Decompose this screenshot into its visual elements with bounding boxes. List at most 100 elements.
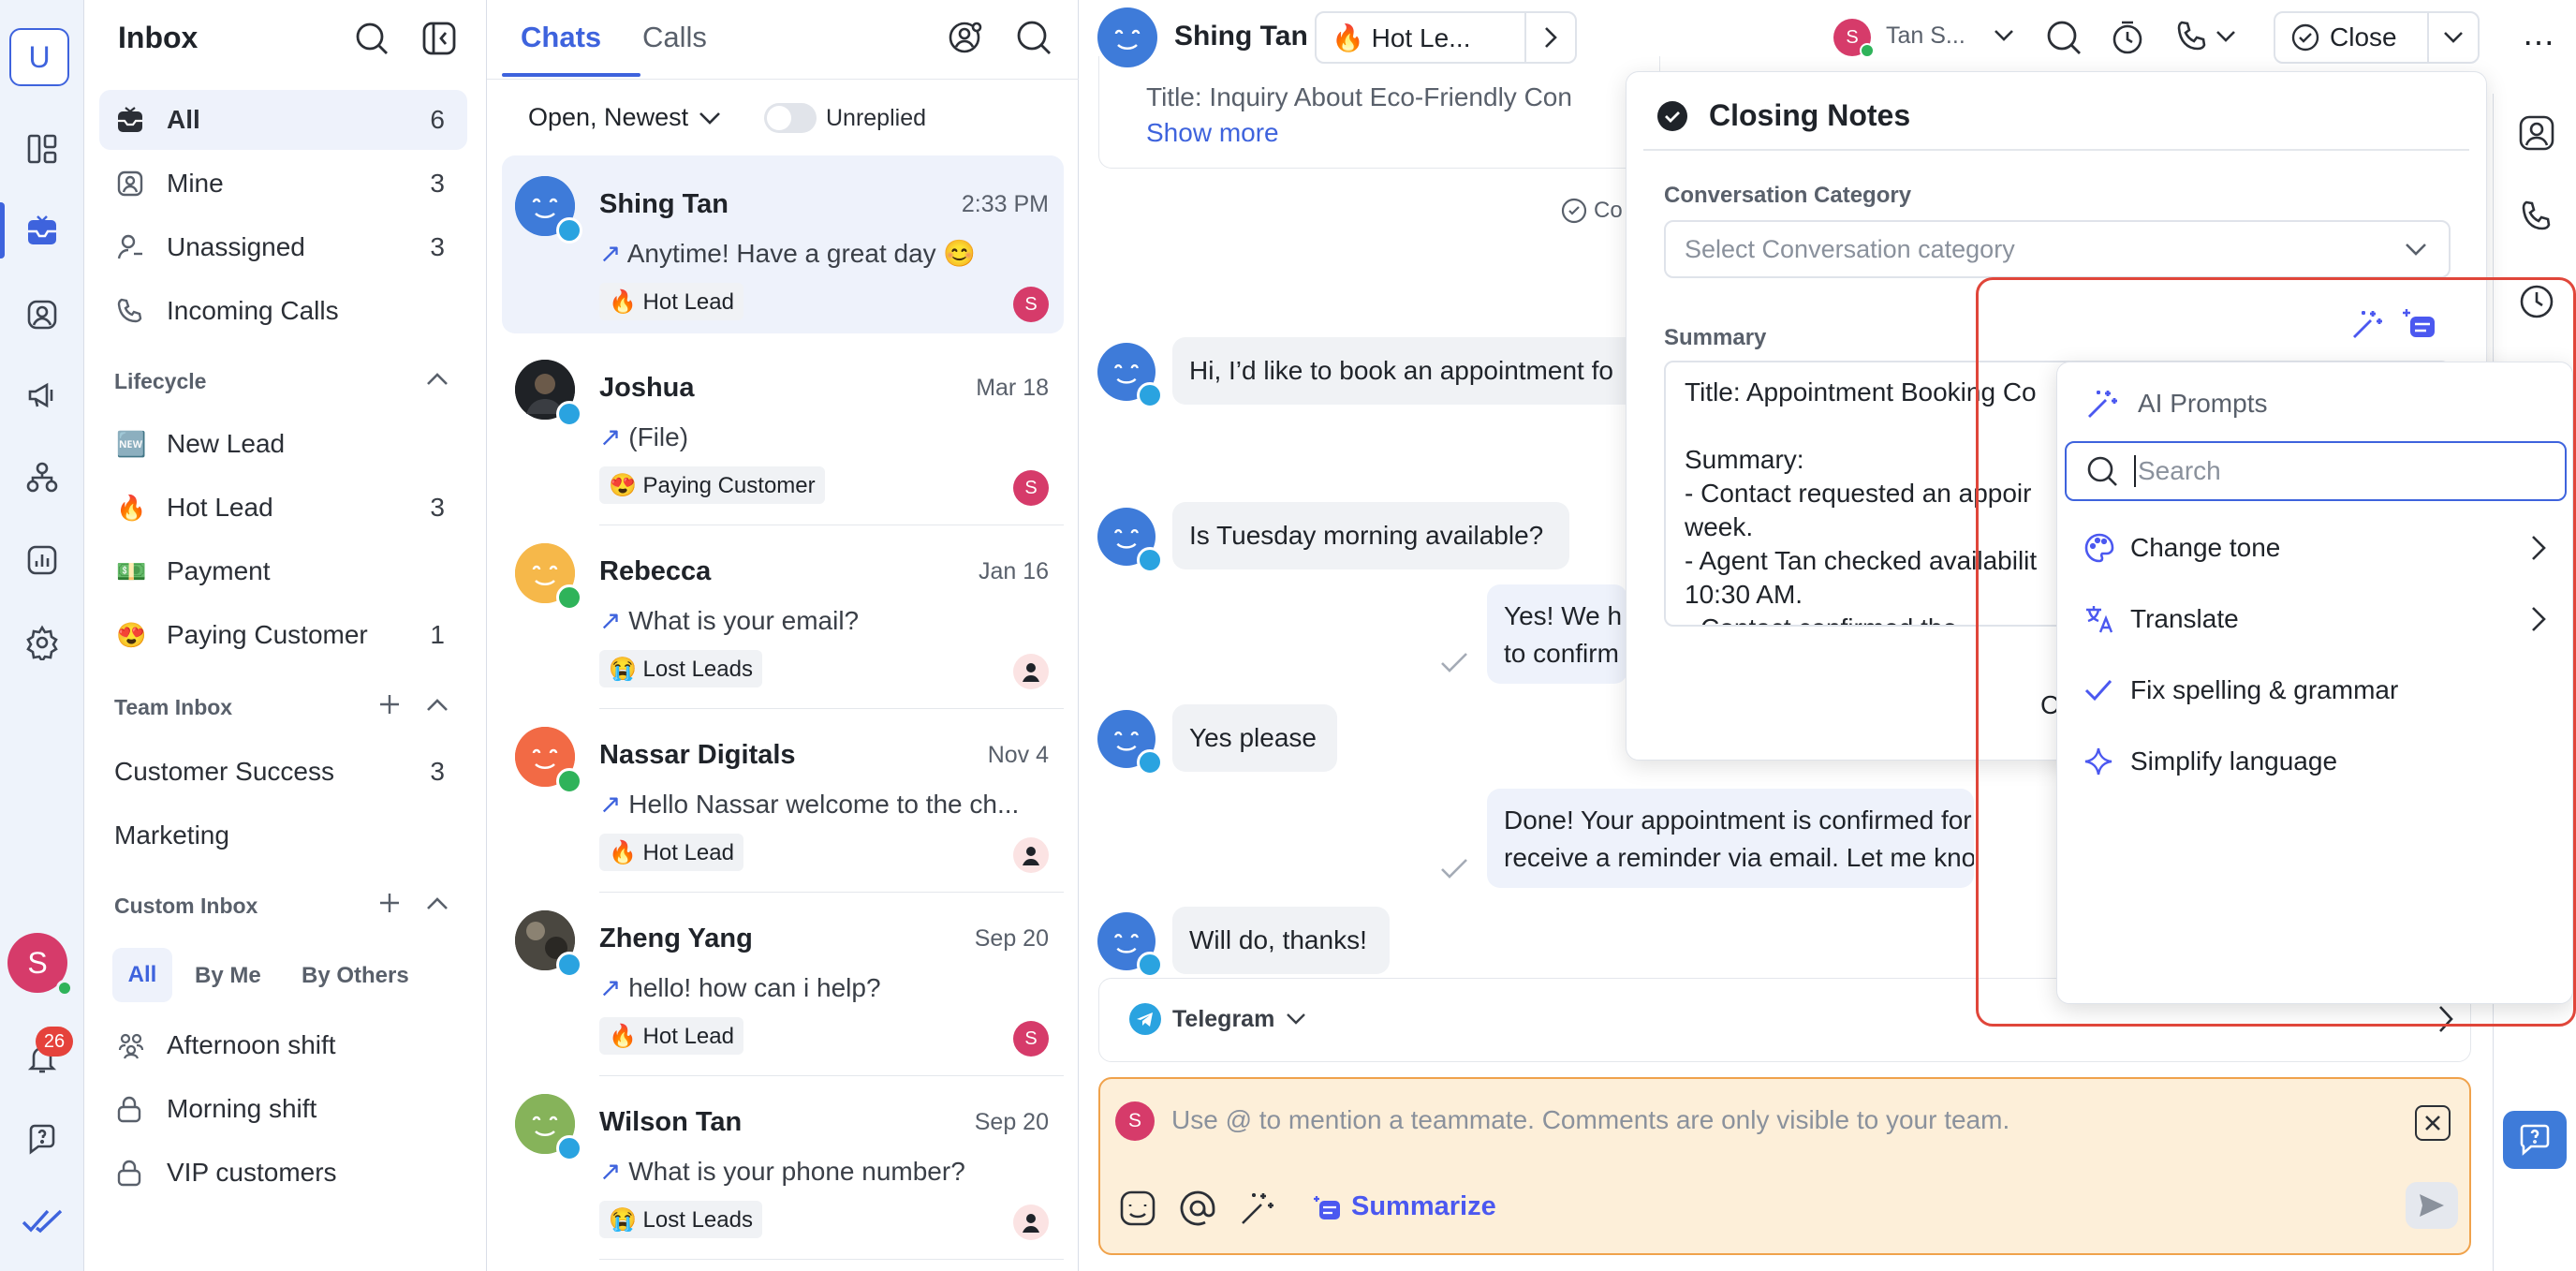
emoji-icon[interactable] [1119, 1190, 1156, 1227]
close-composer-icon[interactable] [2415, 1105, 2451, 1141]
chevron-right-icon [1526, 26, 1575, 49]
chat-item-joshua[interactable]: Joshua Mar 18 ↗ (File) 😍 Paying Customer… [502, 339, 1064, 517]
chevron-down-icon [1286, 1012, 1306, 1026]
double-check-icon [1440, 652, 1468, 674]
inbox-item-unassigned[interactable]: Unassigned 3 [99, 217, 467, 277]
phone-icon[interactable] [2518, 199, 2555, 236]
summarize-label: Summarize [1351, 1191, 1496, 1221]
mention-icon[interactable] [1179, 1190, 1216, 1227]
custom-item-label: Afternoon shift [167, 1030, 336, 1059]
chat-date: Sep 20 [974, 1109, 1049, 1135]
chat-contact-name: Nassar Digitals [599, 740, 796, 770]
support-chat-button[interactable] [2503, 1111, 2567, 1169]
checkmarks-icon[interactable] [18, 1197, 66, 1246]
close-conversation-button[interactable]: Close [2274, 11, 2480, 64]
closed-icon [1560, 197, 1588, 225]
send-button[interactable] [2406, 1182, 2458, 1229]
telegram-icon [1137, 547, 1163, 573]
lifecycle-tag: 😭 Lost Leads [599, 1201, 762, 1238]
call-button[interactable] [2174, 19, 2236, 54]
settings-icon[interactable] [18, 618, 66, 667]
chat-item-zheng-yang[interactable]: Zheng Yang Sep 20 ↗ hello! how can i hel… [502, 890, 1064, 1068]
contacts-icon[interactable] [18, 290, 66, 339]
composer-placeholder[interactable]: Use @ to mention a teammate. Comments ar… [1171, 1105, 2009, 1135]
custom-filter-by-others[interactable]: By Others [302, 963, 409, 989]
broadcast-icon[interactable] [18, 371, 66, 420]
add-team-inbox-icon[interactable] [378, 693, 401, 716]
custom-item-morning-shift[interactable]: Morning shift [99, 1079, 467, 1139]
summarize-button[interactable]: Summarize [1314, 1191, 1496, 1222]
collapse-sidebar-icon[interactable] [421, 21, 457, 56]
tab-chats[interactable]: Chats [521, 21, 601, 54]
chat-date: Jan 16 [978, 558, 1049, 584]
sort-filter-label: Open, Newest [528, 103, 689, 131]
chat-item-wilson-tan[interactable]: Wilson Tan Sep 20 ↗ What is your phone n… [502, 1073, 1064, 1251]
channel-selector[interactable]: Telegram [1129, 1003, 1306, 1035]
snooze-timer-icon[interactable] [2109, 19, 2146, 56]
search-icon[interactable] [354, 21, 390, 56]
lifecycle-tag: 😍 Paying Customer [599, 466, 825, 504]
contact-name[interactable]: Shing Tan [1174, 21, 1308, 52]
incoming-message: Is Tuesday morning available? [1172, 502, 1569, 569]
inbox-item-all[interactable]: All 6 [99, 90, 467, 150]
custom-filter-by-me[interactable]: By Me [195, 963, 261, 989]
lock-icon [116, 1095, 157, 1123]
unassigned-icon [116, 233, 157, 261]
assignee-name[interactable]: Tan S... [1886, 22, 1965, 50]
lifecycle-item-new-lead[interactable]: 🆕 New Lead [99, 414, 467, 474]
search-icon[interactable] [1015, 19, 1052, 56]
unreplied-toggle[interactable] [764, 103, 817, 133]
lifecycle-item-label: New Lead [167, 429, 286, 458]
add-custom-inbox-icon[interactable] [378, 892, 401, 914]
contact-details-icon[interactable] [2518, 114, 2555, 152]
chevron-up-icon[interactable] [425, 697, 449, 714]
telegram-icon [1129, 1003, 1161, 1035]
tab-calls[interactable]: Calls [642, 21, 707, 54]
chat-item-rebecca[interactable]: Rebecca Jan 16 ↗ What is your email? 😭 L… [502, 523, 1064, 701]
category-select[interactable]: Select Conversation category [1664, 220, 2451, 278]
search-icon[interactable] [2045, 19, 2083, 56]
chevron-down-icon[interactable] [1993, 28, 2015, 43]
ai-wand-icon[interactable] [1239, 1190, 1276, 1227]
summary-label: Summary [1664, 325, 1767, 350]
dashboard-icon[interactable] [18, 125, 66, 173]
category-placeholder: Select Conversation category [1685, 234, 2015, 263]
workflows-icon[interactable] [18, 453, 66, 502]
lifecycle-tag: 😭 Lost Leads [599, 650, 762, 687]
chat-item-nassar-digitals[interactable]: Nassar Digitals Nov 4 ↗ Hello Nassar wel… [502, 706, 1064, 884]
lifecycle-item-hot-lead[interactable]: 🔥 Hot Lead 3 [99, 478, 467, 538]
sort-filter-dropdown[interactable]: Open, Newest [528, 103, 722, 132]
telegram-icon [556, 1135, 582, 1161]
telegram-icon [556, 401, 582, 427]
contact-filter-icon[interactable] [948, 19, 985, 56]
lock-icon [116, 1159, 157, 1187]
custom-filter-all[interactable]: All [112, 948, 172, 1002]
help-icon[interactable] [18, 1115, 66, 1163]
inbox-item-mine[interactable]: Mine 3 [99, 154, 467, 214]
reports-icon[interactable] [18, 536, 66, 584]
message-line: to confirm [1504, 639, 1619, 668]
phone-icon [2174, 19, 2210, 54]
show-more-link[interactable]: Show more [1146, 118, 1279, 148]
inbox-item-incoming-calls[interactable]: Incoming Calls [99, 281, 467, 341]
more-options-icon[interactable]: ⋯ [2523, 24, 2556, 62]
lifecycle-item-payment[interactable]: 💵 Payment [99, 541, 467, 601]
conversation-closed-marker: Co [1560, 197, 1623, 225]
fire-icon: 🔥 [116, 493, 147, 522]
inbox-icon[interactable] [18, 206, 66, 255]
chevron-up-icon[interactable] [425, 895, 449, 912]
chevron-up-icon[interactable] [425, 371, 449, 388]
unreplied-label: Unreplied [826, 105, 927, 131]
online-status-dot [56, 980, 73, 997]
team-item-marketing[interactable]: Marketing [99, 805, 467, 865]
inbox-item-count: 3 [430, 169, 445, 198]
chat-item-shing-tan[interactable]: Shing Tan 2:33 PM ↗ Anytime! Have a grea… [502, 155, 1064, 333]
custom-item-vip-customers[interactable]: VIP customers [99, 1143, 467, 1203]
custom-item-afternoon-shift[interactable]: Afternoon shift [99, 1015, 467, 1075]
previous-summary-card: Title: Inquiry About Eco-Friendly Con Sh… [1098, 56, 1660, 169]
lifecycle-item-count: 1 [430, 620, 445, 649]
team-item-customer-success[interactable]: Customer Success 3 [99, 742, 467, 802]
lifecycle-item-paying-customer[interactable]: 😍 Paying Customer 1 [99, 605, 467, 665]
comment-composer[interactable]: S Use @ to mention a teammate. Comments … [1098, 1077, 2471, 1255]
workspace-logo[interactable]: U [9, 28, 69, 86]
